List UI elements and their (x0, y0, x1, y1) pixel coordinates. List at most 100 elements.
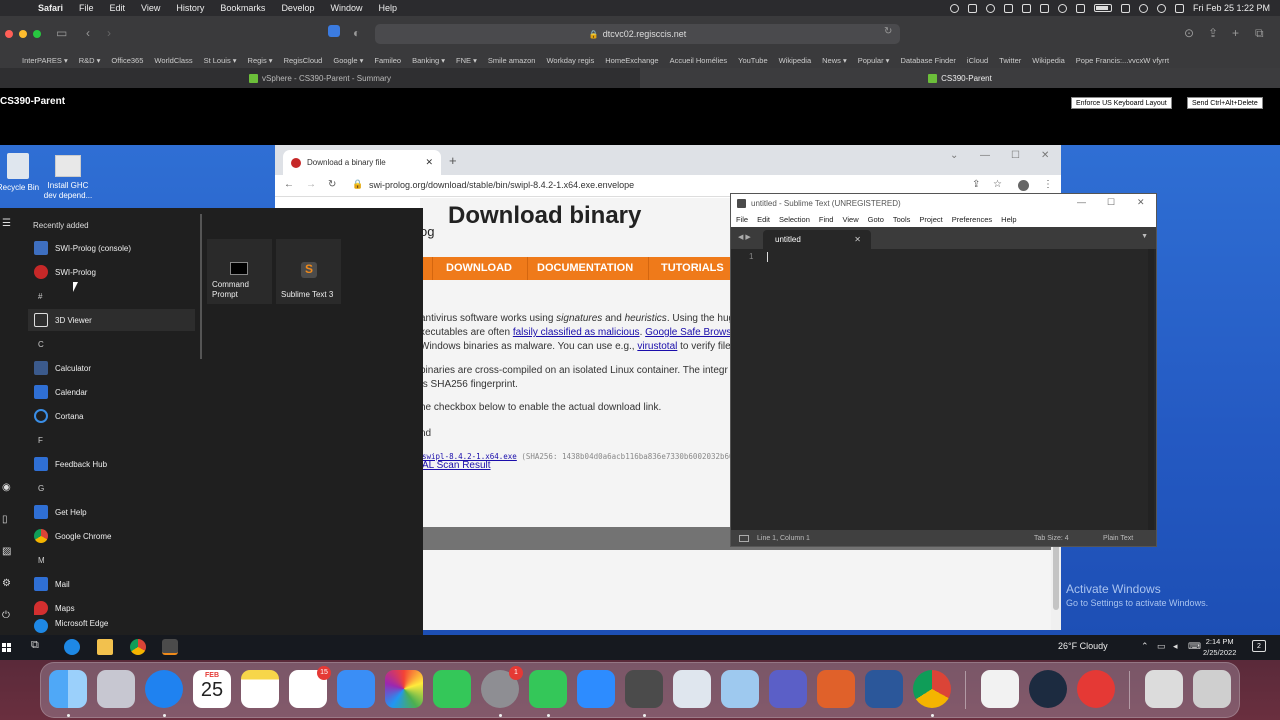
sublime-menu-edit[interactable]: Edit (757, 215, 770, 224)
finder-icon[interactable] (49, 670, 87, 708)
calendar-icon[interactable]: FEB 25 (193, 670, 231, 708)
record-icon[interactable] (949, 3, 959, 13)
facetime-icon[interactable] (433, 670, 471, 708)
menu-history[interactable]: History (176, 3, 204, 13)
tab-size[interactable]: Tab Size: 4 (1034, 535, 1069, 542)
false-positive-link[interactable]: falsily classified as malicious (513, 327, 640, 338)
tab-overview-icon[interactable]: ⧉ (1255, 26, 1264, 41)
chrome-url[interactable]: swi-prolog.org/download/stable/bin/swipl… (369, 180, 634, 190)
close-icon[interactable]: ✕ (1137, 197, 1145, 208)
forward-icon[interactable]: › (107, 26, 111, 40)
bookmark-item[interactable]: Popular ▾ (858, 56, 890, 65)
tile-sublime-text[interactable]: Sublime Text 3 (276, 239, 341, 304)
bookmark-item[interactable]: Wikipedia (779, 56, 812, 65)
app-feedback-hub[interactable]: Feedback Hub (28, 453, 195, 475)
menu-file[interactable]: File (79, 3, 94, 13)
bookmark-item[interactable]: iCloud (967, 56, 988, 65)
menu-app-name[interactable]: Safari (38, 3, 63, 13)
user-icon[interactable] (1138, 3, 1148, 13)
bookmark-item[interactable]: St Louis ▾ (204, 56, 237, 65)
panel-toggle-icon[interactable] (739, 534, 749, 542)
remote-desktop-icon[interactable] (817, 670, 855, 708)
bookmark-item[interactable]: Pope Francis:...vvcxW vfyrrt (1076, 56, 1169, 65)
profile-avatar[interactable] (1018, 180, 1029, 191)
minimize-icon[interactable]: — (980, 150, 990, 161)
messages-icon[interactable] (529, 670, 567, 708)
word-icon[interactable] (865, 670, 903, 708)
bluetooth-icon[interactable] (1075, 3, 1085, 13)
sublime-menu-view[interactable]: View (842, 215, 858, 224)
teams-icon[interactable] (769, 670, 807, 708)
app-cortana[interactable]: Cortana (28, 405, 195, 427)
bookmark-item[interactable]: RegisCloud (284, 56, 323, 65)
sublime-menu-find[interactable]: Find (819, 215, 834, 224)
cloud-icon[interactable] (967, 3, 977, 13)
sublime-text-icon[interactable] (625, 670, 663, 708)
bookmark-item[interactable]: Workday regis (546, 56, 594, 65)
grid-icon[interactable] (1021, 3, 1031, 13)
owl-app-icon[interactable] (1077, 670, 1115, 708)
app-calendar[interactable]: Calendar (28, 381, 195, 403)
app-maps[interactable]: Maps (28, 597, 195, 619)
app-google-chrome[interactable]: Google Chrome (28, 525, 195, 547)
close-tab-icon[interactable]: ✕ (425, 157, 433, 168)
sidebar-icon[interactable]: ▭ (56, 26, 67, 40)
user-icon[interactable]: ◉ (2, 482, 11, 493)
sublime-menu-tools[interactable]: Tools (893, 215, 911, 224)
power-icon[interactable]: ⏻ (2, 610, 10, 621)
downloads-folder-icon[interactable] (1145, 670, 1183, 708)
bookmark-item[interactable]: Database Finder (900, 56, 955, 65)
close-tab-icon[interactable]: ✕ (854, 235, 861, 244)
app-get-help[interactable]: Get Help (28, 501, 195, 523)
menu-bookmarks[interactable]: Bookmarks (220, 3, 265, 13)
bookmark-item[interactable]: Famileo (374, 56, 401, 65)
download-icon[interactable]: ⊙ (1184, 26, 1194, 40)
close-window-button[interactable] (5, 30, 13, 38)
star-icon[interactable]: ☆ (993, 179, 1002, 190)
tab-scroll-arrows-icon[interactable]: ◀ ▶ (738, 233, 751, 241)
photos-icon[interactable] (385, 670, 423, 708)
nav-download[interactable]: DOWNLOAD (446, 262, 512, 274)
mail-icon[interactable] (337, 670, 375, 708)
minimize-window-button[interactable] (19, 30, 27, 38)
bookmark-item[interactable]: Accueil Homélies (670, 56, 728, 65)
bookmark-item[interactable]: Office365 (111, 56, 143, 65)
bookmark-item[interactable]: Regis ▾ (248, 56, 273, 65)
windows-start-icon[interactable] (2, 643, 11, 652)
notifications-icon[interactable]: 2 (1252, 640, 1266, 652)
weather-widget[interactable]: 26°F Cloudy (1058, 641, 1108, 651)
scan-result-link[interactable]: AL Scan Result (422, 460, 491, 471)
preview-icon[interactable] (673, 670, 711, 708)
file-explorer-icon[interactable] (97, 639, 113, 655)
sublime-tab-untitled[interactable]: untitled ✕ (763, 230, 871, 249)
documents-icon[interactable]: ▯ (2, 514, 8, 525)
letter-header[interactable]: G (38, 484, 44, 493)
shield-icon[interactable] (985, 3, 995, 13)
menu-develop[interactable]: Develop (281, 3, 314, 13)
sublime-menu-goto[interactable]: Goto (868, 215, 884, 224)
editor-scrollbar[interactable] (1148, 249, 1154, 530)
pictures-icon[interactable]: ▨ (2, 546, 11, 557)
chrome-icon[interactable] (913, 670, 951, 708)
tab-vsphere-summary[interactable]: vSphere - CS390-Parent - Summary (0, 68, 640, 88)
app-mail[interactable]: Mail (28, 573, 195, 595)
app-3d-viewer[interactable]: 3D Viewer (28, 309, 195, 331)
extension-icon[interactable] (1003, 3, 1013, 13)
zoom-window-button[interactable] (33, 30, 41, 38)
bookmark-item[interactable]: News ▾ (822, 56, 847, 65)
search-icon[interactable] (1156, 3, 1166, 13)
quicktime-icon[interactable] (1029, 670, 1067, 708)
app-swi-prolog[interactable]: SWI-Prolog (28, 261, 195, 283)
back-icon[interactable]: ← (284, 179, 294, 190)
menu-view[interactable]: View (141, 3, 160, 13)
app-swi-prolog-console[interactable]: SWI-Prolog (console) (28, 237, 195, 259)
volume-icon[interactable] (1120, 3, 1130, 13)
bookmark-item[interactable]: WorldClass (154, 56, 192, 65)
launchpad-icon[interactable] (97, 670, 135, 708)
sublime-menu-selection[interactable]: Selection (779, 215, 810, 224)
display-icon[interactable] (1039, 3, 1049, 13)
tray-chevron-icon[interactable]: ⌃ (1141, 641, 1149, 652)
syntax-mode[interactable]: Plain Text (1103, 535, 1133, 542)
bookmark-item[interactable]: R&D ▾ (79, 56, 101, 65)
letter-header[interactable]: # (38, 292, 42, 301)
